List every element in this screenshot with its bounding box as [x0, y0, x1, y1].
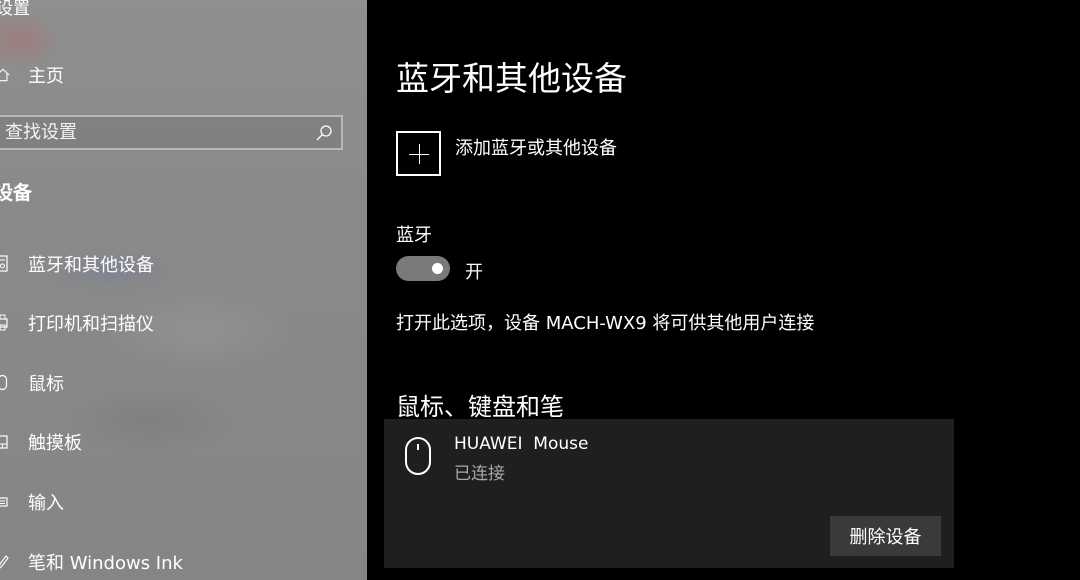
nav-item-touchpad[interactable]: 触摸板: [0, 427, 367, 457]
nav-section-heading: 设备: [0, 182, 33, 204]
bluetooth-toggle[interactable]: [396, 256, 450, 281]
touchpad-icon: [0, 433, 10, 451]
plus-icon: [396, 131, 441, 176]
content-pane: 蓝牙和其他设备 添加蓝牙或其他设备 蓝牙 开 打开此选项，设备 MACH-WX9…: [367, 0, 1080, 580]
device-card[interactable]: HUAWEI Mouse 已连接 删除设备: [384, 419, 954, 568]
settings-nav-pane: 设置 主页 设备 蓝牙和其他设备: [0, 0, 367, 580]
pen-icon: [0, 553, 10, 571]
add-device-button[interactable]: 添加蓝牙或其他设备: [396, 131, 617, 176]
device-status: 已连接: [454, 464, 505, 484]
bluetooth-toggle-state: 开: [465, 262, 483, 283]
nav-item-mouse[interactable]: 鼠标: [0, 368, 367, 398]
search-icon[interactable]: [315, 124, 333, 142]
nav-item-typing[interactable]: 输入: [0, 487, 367, 517]
home-icon: [0, 66, 10, 84]
mouse-icon: [404, 436, 432, 476]
mouse-icon: [0, 374, 10, 392]
page-title: 蓝牙和其他设备: [396, 59, 627, 98]
nav-item-label: 鼠标: [28, 374, 64, 395]
nav-item-label: 蓝牙和其他设备: [28, 255, 154, 276]
toggle-knob: [432, 263, 443, 274]
bluetooth-label: 蓝牙: [396, 225, 432, 246]
mouse-keyboard-pen-heading: 鼠标、键盘和笔: [396, 393, 564, 421]
nav-item-label: 输入: [28, 493, 64, 514]
nav-item-printers[interactable]: 打印机和扫描仪: [0, 308, 367, 338]
remove-device-button[interactable]: 删除设备: [830, 516, 941, 556]
search-box[interactable]: [0, 115, 343, 150]
nav-item-label: 打印机和扫描仪: [28, 314, 154, 335]
device-name: HUAWEI Mouse: [454, 434, 589, 454]
keyboard-icon: [0, 493, 10, 511]
bluetooth-description: 打开此选项，设备 MACH-WX9 将可供其他用户连接: [396, 313, 815, 334]
window-title: 设置: [0, 0, 30, 19]
nav-item-label: 笔和 Windows Ink: [28, 553, 183, 574]
nav-home[interactable]: 主页: [0, 60, 367, 90]
nav-item-pen[interactable]: 笔和 Windows Ink: [0, 547, 367, 577]
search-input[interactable]: [0, 116, 307, 149]
nav-item-bluetooth[interactable]: 蓝牙和其他设备: [0, 249, 367, 279]
nav-item-label: 触摸板: [28, 433, 82, 454]
bluetooth-devices-icon: [0, 255, 10, 273]
nav-home-label: 主页: [28, 66, 64, 87]
add-device-label: 添加蓝牙或其他设备: [455, 138, 617, 159]
printer-icon: [0, 314, 10, 332]
